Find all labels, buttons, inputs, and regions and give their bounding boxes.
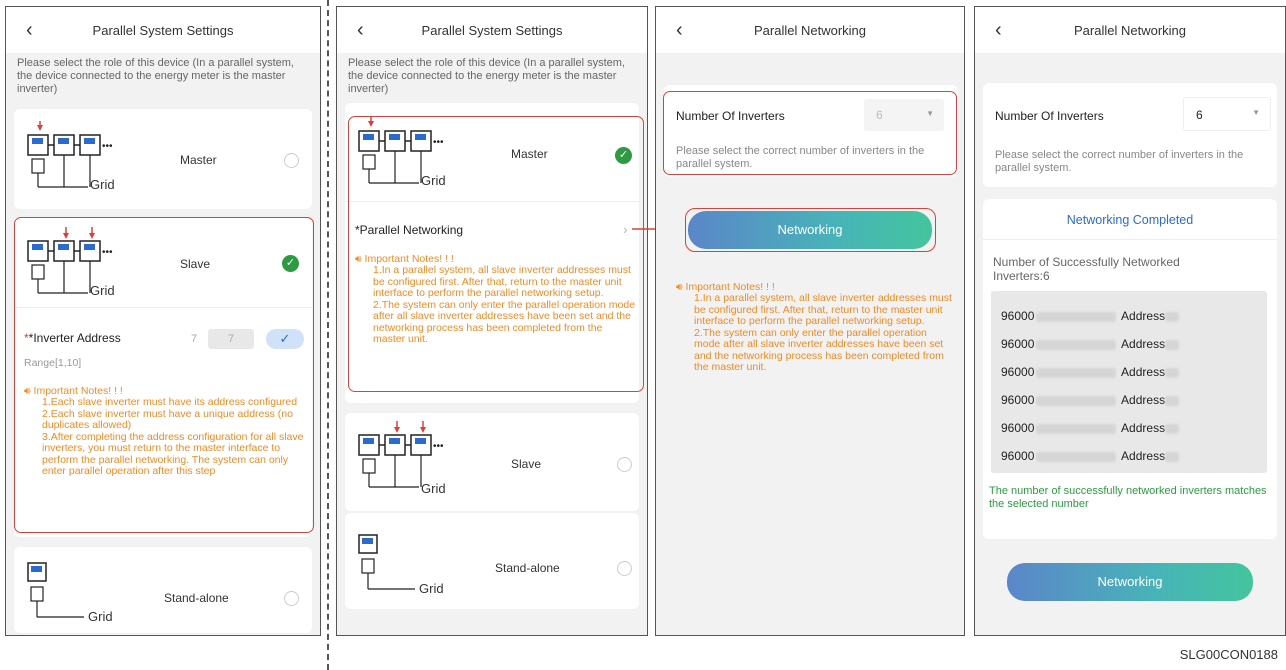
- masked-sn: [1036, 339, 1117, 350]
- svg-text:•••: •••: [433, 441, 444, 452]
- device-sn: 96000: [1001, 337, 1035, 351]
- role-card-stand-alone[interactable]: Grid Stand-alone: [345, 513, 639, 609]
- device-address-label: Address: [1121, 393, 1166, 407]
- device-sn: 96000: [1001, 309, 1035, 323]
- screen-networking-completed: ‹ Parallel Networking Number Of Inverter…: [974, 6, 1286, 636]
- role-card-stand-alone[interactable]: Grid Stand-alone: [14, 547, 312, 633]
- grid-label: Grid: [90, 177, 115, 192]
- masked-address: [1165, 423, 1180, 434]
- master-diagram-icon: •••: [24, 119, 134, 199]
- radio-stand-alone[interactable]: [617, 561, 632, 576]
- inverter-count-select[interactable]: 6 ▼: [1183, 97, 1271, 131]
- role-card-master[interactable]: ••• Grid Master: [14, 109, 312, 209]
- device-sn: 96000: [1001, 393, 1035, 407]
- inverter-count-card: Number Of Inverters 6 ▼ Please select th…: [983, 83, 1277, 187]
- highlight-box: [14, 217, 314, 533]
- number-of-inverters-label: Number Of Inverters: [995, 109, 1104, 123]
- masked-sn: [1036, 367, 1117, 378]
- networking-result-card: Networking Completed Number of Successfu…: [983, 199, 1277, 539]
- role-card-slave[interactable]: ••• Grid Slave: [345, 413, 639, 511]
- page-title: Parallel System Settings: [92, 23, 234, 38]
- device-address-label: Address: [1121, 309, 1166, 323]
- device-row: 96000 Address: [1001, 337, 1180, 351]
- page-title: Parallel Networking: [754, 23, 866, 38]
- svg-text:•••: •••: [102, 141, 113, 152]
- masked-address: [1165, 367, 1180, 378]
- screen-slave-settings: ‹ Parallel System Settings Please select…: [5, 6, 321, 636]
- highlight-box: [348, 116, 644, 392]
- grid-label: Grid: [419, 581, 444, 596]
- important-notes: 🔊︎ Important Notes! ! ! 1.In a parallel …: [676, 281, 956, 374]
- divider: [983, 239, 1277, 240]
- role-description: Please select the role of this device (I…: [17, 57, 294, 95]
- slave-diagram-icon: •••: [355, 417, 465, 497]
- device-sn: 96000: [1001, 449, 1035, 463]
- section-divider: [327, 0, 329, 670]
- device-address-label: Address: [1121, 449, 1166, 463]
- device-row: 96000 Address: [1001, 365, 1180, 379]
- device-address-label: Address: [1121, 337, 1166, 351]
- inverter-count-value: 6: [1196, 108, 1203, 122]
- screen-master-settings: ‹ Parallel System Settings Please select…: [336, 6, 648, 636]
- device-sn: 96000: [1001, 365, 1035, 379]
- networked-count: Number of Successfully Networked Inverte…: [993, 255, 1180, 283]
- device-row: 96000 Address: [1001, 449, 1180, 463]
- page-title: Parallel System Settings: [421, 23, 563, 38]
- masked-address: [1165, 339, 1180, 350]
- role-label-stand-alone: Stand-alone: [164, 591, 229, 605]
- grid-label: Grid: [421, 481, 446, 496]
- networking-button[interactable]: Networking: [1007, 563, 1253, 601]
- masked-address: [1165, 451, 1180, 462]
- networking-status: Networking Completed: [1066, 213, 1194, 227]
- role-label-slave: Slave: [511, 457, 542, 471]
- speaker-icon: 🔊︎: [676, 281, 683, 293]
- masked-sn: [1036, 451, 1117, 462]
- device-sn: 96000: [1001, 421, 1035, 435]
- nav-bar: ‹ Parallel System Settings: [6, 7, 320, 53]
- role-description: Please select the role of this device (I…: [348, 57, 625, 95]
- nav-bar: ‹ Parallel System Settings: [337, 7, 647, 53]
- radio-slave[interactable]: [617, 457, 632, 472]
- note-item: 1.In a parallel system, all slave invert…: [694, 292, 952, 327]
- masked-sn: [1036, 423, 1117, 434]
- role-label-master: Master: [180, 153, 217, 167]
- match-message: The number of successfully networked inv…: [989, 485, 1267, 510]
- radio-stand-alone[interactable]: [284, 591, 299, 606]
- device-row: 96000 Address: [1001, 421, 1180, 435]
- masked-sn: [1036, 311, 1117, 322]
- device-address-label: Address: [1121, 365, 1166, 379]
- masked-sn: [1036, 395, 1117, 406]
- highlight-box: [685, 208, 936, 252]
- caret-down-icon: ▼: [1252, 108, 1260, 117]
- device-row: 96000 Address: [1001, 309, 1180, 323]
- nav-bar: ‹ Parallel Networking: [975, 7, 1285, 53]
- device-address-label: Address: [1121, 421, 1166, 435]
- masked-address: [1165, 395, 1180, 406]
- page-title: Parallel Networking: [1074, 23, 1186, 38]
- nav-bar: ‹ Parallel Networking: [656, 7, 964, 53]
- highlight-box: [663, 91, 957, 175]
- grid-label: Grid: [88, 609, 113, 624]
- inverter-count-hint: Please select the correct number of inve…: [995, 149, 1244, 174]
- note-item: 2.The system can only enter the parallel…: [694, 326, 944, 373]
- role-label-stand-alone: Stand-alone: [495, 561, 560, 575]
- masked-address: [1165, 311, 1180, 322]
- radio-master[interactable]: [284, 153, 299, 168]
- device-row: 96000 Address: [1001, 393, 1180, 407]
- screen-parallel-networking: ‹ Parallel Networking Number Of Inverter…: [655, 6, 965, 636]
- figure-code: SLG00CON0188: [1179, 647, 1278, 662]
